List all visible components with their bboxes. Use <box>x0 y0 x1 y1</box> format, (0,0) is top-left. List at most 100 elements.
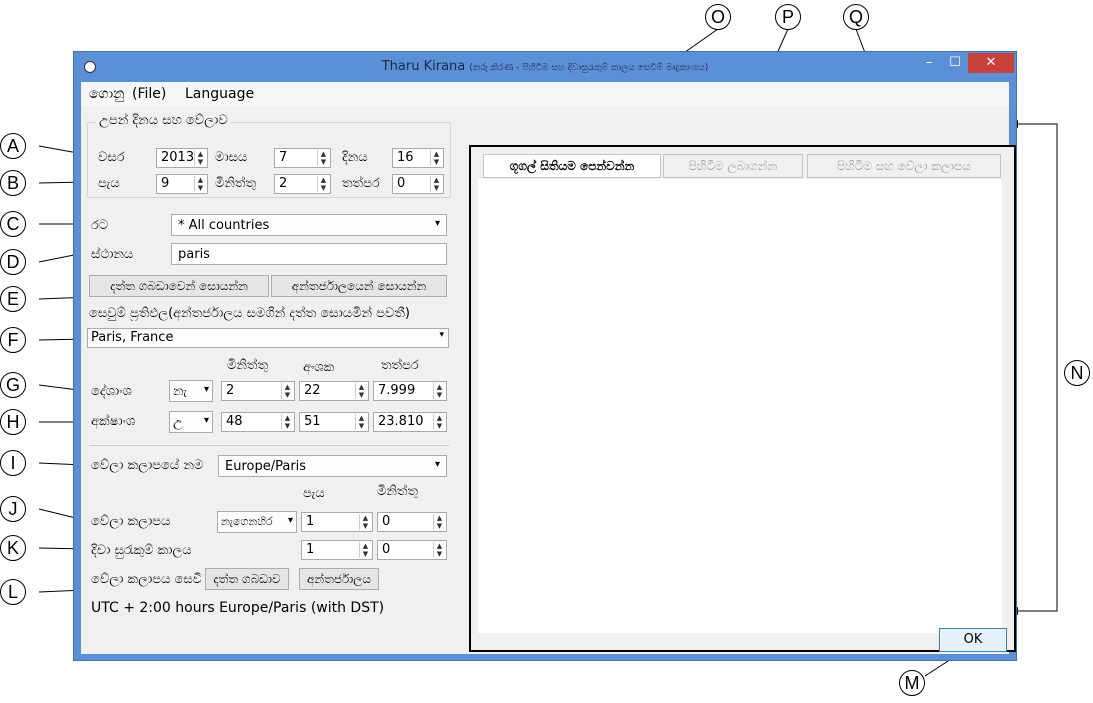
month-value: 7 <box>279 150 288 165</box>
result-combo[interactable]: Paris, France ▾ <box>87 328 449 348</box>
day-spinner[interactable]: 16 ▲ ▼ <box>392 148 444 168</box>
second-label: තත්පර <box>342 176 380 191</box>
latitude-deg-value: 51 <box>304 414 321 429</box>
callout-f: F <box>0 327 26 353</box>
web-search-button[interactable]: අන්තර්ජාලයෙන් සොයන්න <box>271 275 447 297</box>
find-timezone-label: වේලා කලාපය සෙවීම <box>91 572 201 587</box>
month-spinner[interactable]: 7 ▲ ▼ <box>274 148 331 168</box>
db-search-button[interactable]: දත්ත ගබඩාවෙන් සොයන්න <box>89 275 269 297</box>
country-label: රට <box>91 218 109 233</box>
menu-file-en: (File) <box>131 86 167 102</box>
spin-arrows-icon[interactable]: ▲ ▼ <box>355 383 367 399</box>
year-label: වසර <box>98 150 125 165</box>
callout-e: E <box>0 286 26 312</box>
dst-hours-value: 1 <box>306 542 315 557</box>
longitude-deg-spinner[interactable]: 22 ▲ ▼ <box>299 381 369 401</box>
spin-arrows-icon[interactable]: ▲ ▼ <box>433 383 445 399</box>
longitude-sec-value: 7.999 <box>378 383 416 398</box>
window-title-sub: (තරු කිරණ - පිහිටීම සහ දිවාසුරැකුම් කාලය… <box>469 63 709 73</box>
longitude-min-spinner[interactable]: 2 ▲ ▼ <box>221 381 295 401</box>
offset-hours-spinner[interactable]: 1 ▲ ▼ <box>301 512 373 532</box>
spin-arrows-icon[interactable]: ▲ ▼ <box>433 414 445 430</box>
spin-arrows-icon[interactable]: ▲ ▼ <box>430 176 442 192</box>
hour-label: පැය <box>98 176 120 191</box>
tz-col-minutes-label: මිනිත්තු <box>377 484 419 499</box>
close-button[interactable]: ✕ <box>968 53 1014 73</box>
callout-i: I <box>0 450 26 476</box>
latitude-min-spinner[interactable]: 48 ▲ ▼ <box>221 412 295 432</box>
title-bar[interactable]: Tharu Kirana (තරු කිරණ - පිහිටීම සහ දිවා… <box>74 52 1016 82</box>
col-hours-label: පැය <box>303 486 325 501</box>
dst-hours-spinner[interactable]: 1 ▲ ▼ <box>301 540 373 560</box>
spin-arrows-icon[interactable]: ▲ ▼ <box>317 176 329 192</box>
find-timezone-db-button[interactable]: දත්ත ගබඩාව <box>205 568 289 590</box>
spin-arrows-icon[interactable]: ▲ ▼ <box>433 514 445 530</box>
col-seconds-label: තත්පර <box>381 358 419 373</box>
place-input[interactable]: paris <box>171 243 447 265</box>
latitude-deg-spinner[interactable]: 51 ▲ ▼ <box>299 412 369 432</box>
callout-g: G <box>0 372 26 398</box>
menu-file[interactable]: ගොනු (File) <box>89 86 166 102</box>
offset-minutes-spinner[interactable]: 0 ▲ ▼ <box>377 512 447 532</box>
menu-bar: ගොනු (File) Language <box>81 82 1009 106</box>
offset-minutes-value: 0 <box>382 514 391 529</box>
latitude-sec-spinner[interactable]: 23.810 ▲ ▼ <box>373 412 447 432</box>
find-timezone-web-button[interactable]: අන්තර්ජාලය <box>299 568 379 590</box>
map-view[interactable] <box>478 179 1002 633</box>
timezone-combo[interactable]: Europe/Paris ▾ <box>218 455 447 477</box>
callout-b: B <box>0 170 26 196</box>
spin-arrows-icon[interactable]: ▲ ▼ <box>281 383 293 399</box>
chevron-down-icon[interactable]: ▾ <box>288 515 293 526</box>
day-value: 16 <box>397 150 414 165</box>
chevron-down-icon[interactable]: ▾ <box>435 459 440 470</box>
dst-minutes-spinner[interactable]: 0 ▲ ▼ <box>377 540 447 560</box>
minute-spinner[interactable]: 2 ▲ ▼ <box>274 174 331 194</box>
minimize-button[interactable]: – <box>916 53 942 73</box>
col-minutes-label: මිනිත්තු <box>227 358 269 373</box>
tab-get-location[interactable]: පිහිටීම ලබාගන්න <box>663 154 803 178</box>
offset-hours-value: 1 <box>306 514 315 529</box>
callout-c: C <box>0 211 26 237</box>
chevron-down-icon[interactable]: ▾ <box>439 330 444 340</box>
chevron-down-icon[interactable]: ▾ <box>435 218 440 229</box>
country-combo[interactable]: * All countries ▾ <box>171 214 447 236</box>
ok-button[interactable]: OK <box>939 628 1007 652</box>
longitude-dir-combo[interactable]: නැ ▾ <box>169 380 213 402</box>
spin-arrows-icon[interactable]: ▲ ▼ <box>281 414 293 430</box>
year-value: 2013 <box>161 150 195 165</box>
year-spinner[interactable]: 2013 ▲ ▼ <box>156 148 208 168</box>
spin-arrows-icon[interactable]: ▲ ▼ <box>359 514 371 530</box>
hour-spinner[interactable]: 9 ▲ ▼ <box>156 174 208 194</box>
app-window: Tharu Kirana (තරු කිරණ - පිහිටීම සහ දිවා… <box>73 51 1017 661</box>
latitude-min-value: 48 <box>226 414 243 429</box>
chevron-down-icon[interactable]: ▾ <box>204 384 209 395</box>
second-spinner[interactable]: 0 ▲ ▼ <box>392 174 444 194</box>
maximize-button[interactable]: ☐ <box>942 53 968 73</box>
spin-arrows-icon[interactable]: ▲ ▼ <box>430 150 442 166</box>
menu-language[interactable]: Language <box>185 86 254 102</box>
tab-location-timezone[interactable]: පිහිටීම සහ වේලා කලාපය <box>807 154 1001 178</box>
timezone-name-label: වේලා කලාපයේ නම <box>91 458 204 473</box>
spin-arrows-icon[interactable]: ▲ ▼ <box>359 542 371 558</box>
latitude-label: අක්ෂාංශ <box>91 414 136 429</box>
longitude-min-value: 2 <box>226 383 235 398</box>
latitude-dir-combo[interactable]: උ ▾ <box>169 411 213 433</box>
spin-arrows-icon[interactable]: ▲ ▼ <box>317 150 329 166</box>
spin-arrows-icon[interactable]: ▲ ▼ <box>194 176 206 192</box>
tab-google-map[interactable]: ගූගල් සිතියම පෙන්වන්න <box>483 154 661 178</box>
offset-dir-combo[interactable]: නැගෙනහිර ▾ <box>217 511 297 533</box>
callout-l: L <box>0 579 26 605</box>
callout-a: A <box>0 133 26 159</box>
callout-n: N <box>1064 360 1090 386</box>
chevron-down-icon[interactable]: ▾ <box>204 415 209 426</box>
callout-j: J <box>0 496 26 522</box>
latitude-dir-value: උ <box>173 415 183 430</box>
longitude-sec-spinner[interactable]: 7.999 ▲ ▼ <box>373 381 447 401</box>
result-value: Paris, France <box>91 330 174 345</box>
offset-label: වේලා කලාපය <box>91 514 171 529</box>
callout-k: K <box>0 535 26 561</box>
spin-arrows-icon[interactable]: ▲ ▼ <box>355 414 367 430</box>
spin-arrows-icon[interactable]: ▲ ▼ <box>433 542 445 558</box>
divider <box>89 445 449 446</box>
spin-arrows-icon[interactable]: ▲ ▼ <box>194 150 206 166</box>
